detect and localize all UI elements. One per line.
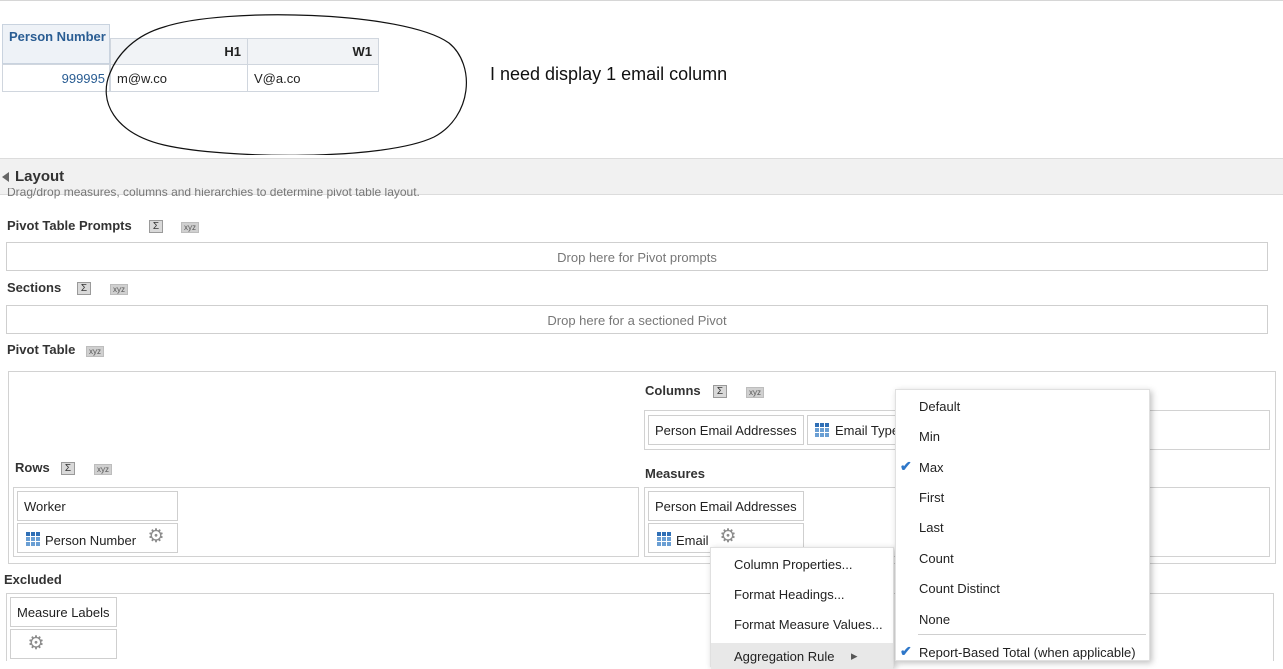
agg-option-report-based-total[interactable]: ✔ Report-Based Total (when applicable) — [896, 639, 1149, 665]
agg-option-last[interactable]: Last — [896, 514, 1149, 540]
agg-option-none[interactable]: None — [896, 606, 1149, 632]
agg-option-default[interactable]: Default — [896, 393, 1149, 419]
sigma-icon[interactable]: Σ — [149, 220, 163, 233]
rows-label: Rows — [15, 460, 50, 475]
column-chip-person-email-addresses[interactable]: Person Email Addresses — [648, 415, 804, 445]
gear-icon[interactable]: ⚙ — [719, 527, 737, 546]
agg-option-max[interactable]: ✔ Max — [896, 454, 1149, 480]
pivot-prompts-drop-zone[interactable]: Drop here for Pivot prompts — [6, 242, 1268, 271]
row-value-cell: 999995 — [2, 64, 110, 92]
excluded-chip-settings[interactable]: ⚙ — [10, 629, 117, 659]
sections-label: Sections — [7, 280, 62, 295]
measures-label: Measures — [645, 466, 705, 481]
row-header-person-number: Person Number — [2, 24, 110, 64]
columns-label: Columns — [645, 383, 701, 398]
gear-icon[interactable]: ⚙ — [147, 527, 165, 546]
column-chip-email-type[interactable]: Email Type — [807, 415, 897, 445]
checkmark-icon: ✔ — [900, 458, 912, 474]
excluded-chip-measure-labels[interactable]: Measure Labels — [10, 597, 117, 627]
checkmark-icon: ✔ — [900, 643, 912, 659]
agg-option-count-distinct[interactable]: Count Distinct — [896, 575, 1149, 601]
menu-item-aggregation-rule[interactable]: Aggregation Rule ▸ — [711, 643, 893, 669]
top-divider — [0, 0, 1283, 1]
agg-option-min[interactable]: Min — [896, 423, 1149, 449]
aggregation-rule-submenu: Default Min ✔ Max First Last Count Count … — [895, 389, 1150, 661]
layout-title: Layout — [15, 168, 65, 185]
agg-option-first[interactable]: First — [896, 484, 1149, 510]
sigma-icon[interactable]: Σ — [61, 462, 75, 475]
sigma-icon[interactable]: Σ — [77, 282, 91, 295]
sigma-icon[interactable]: Σ — [713, 385, 727, 398]
row-header-label: Person Number — [9, 29, 106, 44]
xyz-icon[interactable]: xyz — [746, 387, 764, 398]
pivot-prompts-label: Pivot Table Prompts — [7, 218, 132, 233]
column-icon — [657, 532, 671, 546]
layout-hint: Drag/drop measures, columns and hierarch… — [7, 188, 420, 199]
row-chip-worker[interactable]: Worker — [17, 491, 178, 521]
menu-item-column-properties[interactable]: Column Properties... — [711, 551, 893, 577]
menu-item-format-headings[interactable]: Format Headings... — [711, 581, 893, 607]
sections-drop-zone[interactable]: Drop here for a sectioned Pivot — [6, 305, 1268, 334]
excluded-label: Excluded — [4, 572, 62, 587]
collapse-triangle-icon[interactable] — [2, 172, 9, 182]
xyz-icon[interactable]: xyz — [110, 284, 128, 295]
row-chip-person-number[interactable]: Person Number ⚙ — [17, 523, 178, 553]
menu-divider — [918, 634, 1146, 635]
gear-icon[interactable]: ⚙ — [27, 634, 45, 653]
pivot-table-label: Pivot Table — [7, 342, 76, 357]
annotation-note: I need display 1 email column — [490, 64, 728, 84]
agg-option-count[interactable]: Count — [896, 545, 1149, 571]
column-icon — [26, 532, 40, 546]
measure-chip-person-email-addresses[interactable]: Person Email Addresses — [648, 491, 804, 521]
column-context-menu: Column Properties... Format Headings... … — [710, 547, 894, 669]
column-icon — [815, 423, 829, 437]
xyz-icon[interactable]: xyz — [181, 222, 199, 233]
xyz-icon[interactable]: xyz — [94, 464, 112, 475]
menu-item-format-measure-values[interactable]: Format Measure Values... — [711, 611, 893, 637]
xyz-icon[interactable]: xyz — [86, 346, 104, 357]
submenu-arrow-icon: ▸ — [851, 648, 858, 663]
hand-drawn-ellipse — [105, 14, 467, 155]
